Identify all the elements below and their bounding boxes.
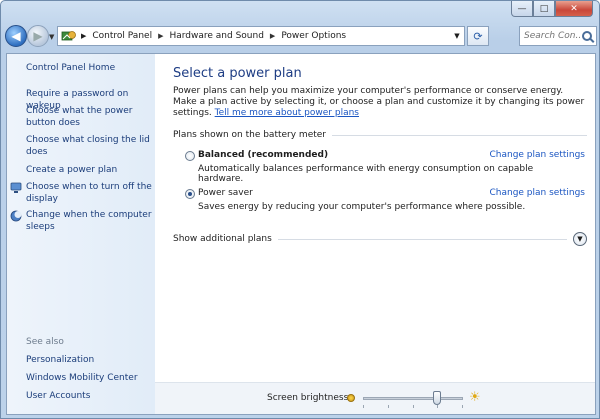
recent-pages-dropdown-icon[interactable]: ▼ bbox=[49, 33, 54, 41]
window-frame: — □ ✕ ◀ ▶ ▼ ▶ Control Panel ▶ Hardware a… bbox=[0, 0, 600, 419]
refresh-button[interactable]: ⟳ bbox=[467, 26, 489, 46]
see-also-heading: See also bbox=[26, 337, 64, 347]
additional-divider bbox=[277, 238, 567, 240]
close-button[interactable]: ✕ bbox=[555, 1, 593, 17]
breadcrumb-power-options[interactable]: Power Options bbox=[281, 31, 346, 41]
slider-tick bbox=[462, 405, 463, 408]
search-icon[interactable] bbox=[582, 31, 592, 41]
slider-tick bbox=[363, 405, 364, 408]
sidebar-item-turn-off-display[interactable]: Choose when to turn off the display bbox=[26, 181, 154, 205]
slider-tick bbox=[387, 405, 389, 408]
plan-balanced-settings-link[interactable]: Change plan settings bbox=[489, 150, 585, 160]
sidebar-item-create-plan[interactable]: Create a power plan bbox=[26, 164, 154, 176]
slider-tick bbox=[437, 405, 439, 408]
address-dropdown-icon[interactable]: ▼ bbox=[449, 26, 465, 46]
search-box[interactable] bbox=[519, 26, 597, 46]
tell-me-more-link[interactable]: Tell me more about power plans bbox=[215, 108, 359, 118]
plan-power-saver-name[interactable]: Power saver bbox=[198, 188, 253, 198]
maximize-button[interactable]: □ bbox=[533, 1, 555, 17]
minimize-button[interactable]: — bbox=[511, 1, 533, 17]
caption-buttons: — □ ✕ bbox=[511, 1, 593, 17]
sidebar: Control Panel Home Require a password on… bbox=[7, 54, 155, 414]
bright-sun-icon: ☀ bbox=[469, 390, 481, 405]
main-panel: Select a power plan Power plans can help… bbox=[155, 54, 595, 414]
see-also-mobility-center[interactable]: Windows Mobility Center bbox=[26, 372, 154, 384]
show-additional-label[interactable]: Show additional plans bbox=[173, 234, 272, 244]
back-button[interactable]: ◀ bbox=[5, 25, 27, 47]
breadcrumb-root-chevron-icon[interactable]: ▶ bbox=[81, 32, 86, 40]
sidebar-item-closing-lid[interactable]: Choose what closing the lid does bbox=[26, 134, 154, 158]
breadcrumb-chevron-icon[interactable]: ▶ bbox=[270, 32, 275, 40]
search-input[interactable] bbox=[520, 31, 580, 41]
navigation-bar: ◀ ▶ ▼ ▶ Control Panel ▶ Hardware and Sou… bbox=[5, 23, 597, 49]
show-additional-plans[interactable]: Show additional plans ▼ bbox=[173, 232, 587, 246]
group-divider bbox=[332, 134, 587, 136]
plan-balanced-radio[interactable] bbox=[185, 151, 195, 161]
plans-group-header: Plans shown on the battery meter bbox=[173, 130, 587, 140]
plans-group-label: Plans shown on the battery meter bbox=[173, 130, 327, 140]
page-title: Select a power plan bbox=[173, 66, 302, 81]
dim-sun-icon bbox=[347, 394, 355, 402]
intro-text: Power plans can help you maximize your c… bbox=[173, 86, 585, 119]
display-icon bbox=[10, 182, 22, 194]
plan-power-saver-radio[interactable] bbox=[185, 189, 195, 199]
slider-tick bbox=[412, 405, 414, 408]
sidebar-control-panel-home[interactable]: Control Panel Home bbox=[26, 62, 154, 74]
brightness-label: Screen brightness: bbox=[267, 393, 352, 403]
arrow-right-icon: ▶ bbox=[33, 29, 43, 43]
breadcrumb-chevron-icon[interactable]: ▶ bbox=[158, 32, 163, 40]
breadcrumb-hardware-and-sound[interactable]: Hardware and Sound bbox=[169, 31, 263, 41]
forward-button[interactable]: ▶ bbox=[27, 25, 49, 47]
arrow-left-icon: ◀ bbox=[11, 29, 21, 43]
see-also-user-accounts[interactable]: User Accounts bbox=[26, 390, 154, 402]
see-also-personalization[interactable]: Personalization bbox=[26, 354, 154, 366]
content-area: Control Panel Home Require a password on… bbox=[6, 53, 596, 415]
expand-chevron-icon[interactable]: ▼ bbox=[573, 232, 587, 246]
breadcrumb-control-panel[interactable]: Control Panel bbox=[92, 31, 152, 41]
plan-power-saver-settings-link[interactable]: Change plan settings bbox=[489, 188, 585, 198]
sidebar-item-power-button[interactable]: Choose what the power button does bbox=[26, 105, 154, 129]
control-panel-icon bbox=[61, 29, 77, 43]
sidebar-item-computer-sleeps[interactable]: Change when the computer sleeps bbox=[26, 209, 154, 233]
plan-power-saver-desc: Saves energy by reducing your computer's… bbox=[198, 202, 526, 212]
address-bar[interactable]: ▶ Control Panel ▶ Hardware and Sound ▶ P… bbox=[57, 26, 465, 46]
brightness-slider-thumb[interactable] bbox=[433, 391, 441, 405]
plan-balanced-name[interactable]: Balanced (recommended) bbox=[198, 150, 328, 160]
plan-balanced-desc: Automatically balances performance with … bbox=[198, 164, 534, 184]
brightness-ticks bbox=[363, 405, 463, 409]
moon-icon bbox=[10, 210, 22, 222]
brightness-footer: Screen brightness: ☀ bbox=[155, 382, 595, 414]
brightness-slider[interactable] bbox=[363, 391, 463, 405]
refresh-icon: ⟳ bbox=[473, 29, 483, 43]
breadcrumb: Control Panel ▶ Hardware and Sound ▶ Pow… bbox=[92, 31, 346, 41]
